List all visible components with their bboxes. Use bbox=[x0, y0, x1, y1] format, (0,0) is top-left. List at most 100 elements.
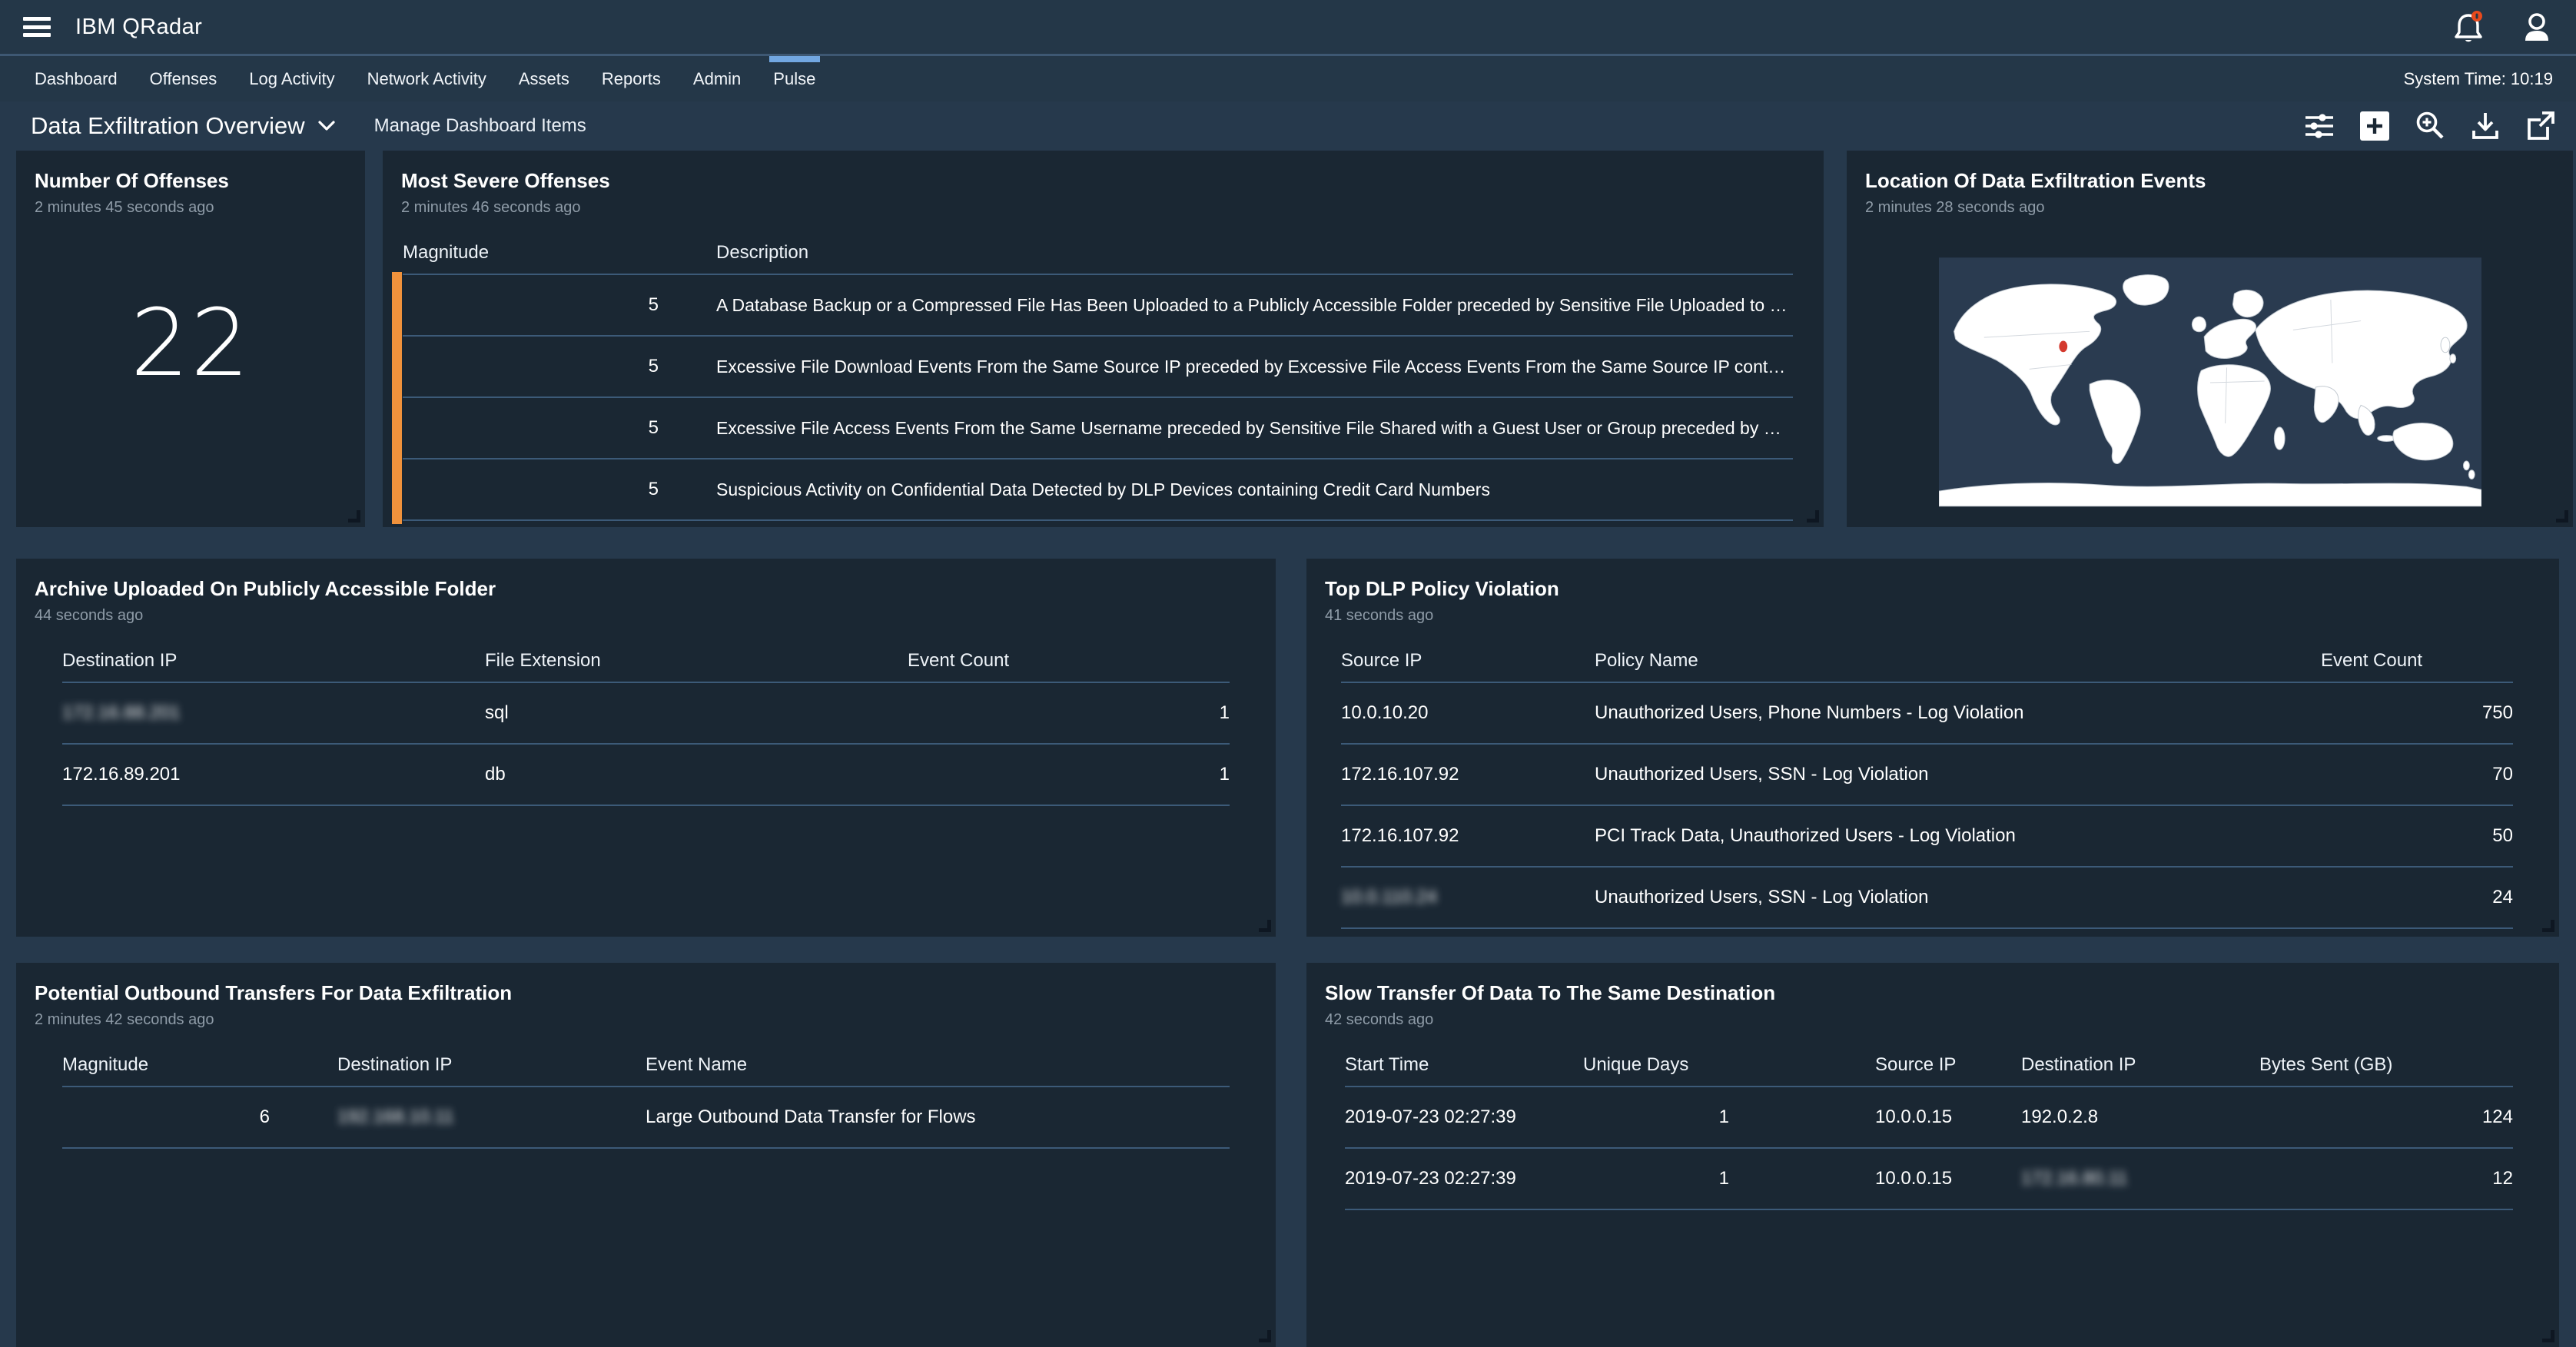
table-row[interactable]: 10.0.10.20Unauthorized Users, Phone Numb… bbox=[1341, 683, 2513, 745]
card-title: Top DLP Policy Violation bbox=[1325, 577, 2541, 601]
dashboard-toolbar bbox=[2302, 109, 2558, 143]
table-row[interactable]: 2019-07-23 02:27:39110.0.0.15172.16.80.1… bbox=[1345, 1149, 2513, 1210]
cell-destination_ip: 172.16.88.201 bbox=[62, 702, 485, 724]
hamburger-menu-icon[interactable] bbox=[23, 17, 51, 37]
manage-dashboard-items-button[interactable]: Manage Dashboard Items bbox=[374, 115, 586, 137]
page-title: Data Exfiltration Overview bbox=[31, 112, 305, 140]
cell-bytes_sent: 12 bbox=[2259, 1168, 2513, 1189]
column-header-destination_ip: Destination IP bbox=[62, 650, 485, 672]
column-header-event_name: Event Name bbox=[646, 1054, 1230, 1076]
tab-network-activity[interactable]: Network Activity bbox=[351, 56, 503, 101]
table-header-row: MagnitudeDescription bbox=[403, 232, 1793, 275]
column-header-unique_days: Unique Days bbox=[1583, 1054, 1729, 1076]
tab-admin[interactable]: Admin bbox=[677, 56, 757, 101]
tab-label: Reports bbox=[602, 69, 661, 89]
card-resize-handle[interactable] bbox=[2542, 920, 2554, 932]
chevron-down-icon bbox=[317, 120, 336, 132]
card-archive-uploaded: Archive Uploaded On Publicly Accessible … bbox=[16, 559, 1276, 937]
cell-event_count: 50 bbox=[2321, 825, 2513, 847]
cell-magnitude: 5 bbox=[403, 356, 659, 377]
card-resize-handle[interactable] bbox=[1807, 510, 1819, 523]
table-header-row: Source IPPolicy NameEvent Count bbox=[1341, 640, 2513, 683]
active-tab-indicator bbox=[769, 56, 820, 62]
table-row[interactable]: 5Excessive File Download Events From the… bbox=[403, 337, 1793, 398]
open-new-window-button[interactable] bbox=[2524, 109, 2558, 143]
filter-settings-button[interactable] bbox=[2302, 111, 2336, 141]
cell-event_count: 1 bbox=[908, 764, 1230, 785]
tab-label: Network Activity bbox=[367, 69, 486, 89]
table-row[interactable]: 5Suspicious Activity on Confidential Dat… bbox=[403, 460, 1793, 521]
card-most-severe-offenses: Most Severe Offenses 2 minutes 46 second… bbox=[383, 151, 1824, 527]
filter-settings-icon bbox=[2302, 111, 2336, 141]
add-dashboard-item-button[interactable] bbox=[2358, 109, 2392, 143]
system-time: System Time: 10:19 bbox=[2404, 69, 2558, 89]
cell-source_ip: 10.0.0.15 bbox=[1729, 1168, 2021, 1189]
download-button[interactable] bbox=[2468, 109, 2502, 143]
tab-reports[interactable]: Reports bbox=[586, 56, 677, 101]
dashboard-title-dropdown[interactable]: Data Exfiltration Overview bbox=[31, 112, 336, 140]
severity-color-bar bbox=[392, 272, 402, 524]
cell-event_name: Large Outbound Data Transfer for Flows bbox=[646, 1106, 1230, 1128]
column-header-event_count: Event Count bbox=[2321, 650, 2513, 672]
cell-source_ip: 10.0.10.20 bbox=[1341, 702, 1595, 724]
tab-label: Log Activity bbox=[249, 69, 334, 89]
card-title: Location Of Data Exfiltration Events bbox=[1865, 169, 2554, 193]
cell-magnitude: 6 bbox=[62, 1106, 270, 1128]
offense-count-value: 22 bbox=[16, 290, 365, 397]
card-resize-handle[interactable] bbox=[1259, 1330, 1271, 1342]
cell-destination_ip: 192.168.10.11 bbox=[270, 1106, 646, 1128]
table-header-row: Destination IPFile ExtensionEvent Count bbox=[62, 640, 1230, 683]
tab-assets[interactable]: Assets bbox=[503, 56, 586, 101]
tab-dashboard[interactable]: Dashboard bbox=[18, 56, 134, 101]
card-resize-handle[interactable] bbox=[1259, 920, 1271, 932]
slow-transfer-table: Start TimeUnique DaysSource IPDestinatio… bbox=[1345, 1044, 2513, 1210]
table-row[interactable]: 172.16.107.92PCI Track Data, Unauthorize… bbox=[1341, 806, 2513, 868]
cell-description: Excessive File Access Events From the Sa… bbox=[659, 418, 1793, 439]
card-updated-timestamp: 44 seconds ago bbox=[35, 607, 1257, 625]
tab-pulse[interactable]: Pulse bbox=[757, 56, 832, 101]
column-header-destination_ip: Destination IP bbox=[2021, 1054, 2259, 1076]
notifications-button[interactable] bbox=[2452, 9, 2485, 45]
card-title: Most Severe Offenses bbox=[401, 169, 1805, 193]
table-row[interactable]: 6192.168.10.11Large Outbound Data Transf… bbox=[62, 1087, 1230, 1149]
cell-unique_days: 1 bbox=[1583, 1168, 1729, 1189]
tab-log-activity[interactable]: Log Activity bbox=[233, 56, 350, 101]
app-title: IBM QRadar bbox=[75, 15, 202, 40]
table-row[interactable]: 172.16.88.201sql1 bbox=[62, 683, 1230, 745]
table-row[interactable]: 5Excessive File Access Events From the S… bbox=[403, 398, 1793, 460]
user-avatar-icon bbox=[2521, 10, 2553, 44]
card-title: Archive Uploaded On Publicly Accessible … bbox=[35, 577, 1257, 601]
card-slow-transfer: Slow Transfer Of Data To The Same Destin… bbox=[1306, 963, 2559, 1347]
table-row[interactable]: 172.16.89.201db1 bbox=[62, 745, 1230, 806]
archive-uploaded-table: Destination IPFile ExtensionEvent Count1… bbox=[62, 640, 1230, 806]
column-header-magnitude: Magnitude bbox=[62, 1054, 270, 1076]
table-row[interactable]: 5A Database Backup or a Compressed File … bbox=[403, 275, 1793, 337]
cell-start_time: 2019-07-23 02:27:39 bbox=[1345, 1168, 1583, 1189]
main-nav: Dashboard Offenses Log Activity Network … bbox=[0, 54, 2576, 101]
download-icon bbox=[2468, 109, 2502, 143]
card-resize-handle[interactable] bbox=[2556, 510, 2568, 523]
table-row[interactable]: 10.0.110.24Unauthorized Users, SSN - Log… bbox=[1341, 868, 2513, 929]
table-row[interactable]: 2019-07-23 02:27:39110.0.0.15192.0.2.812… bbox=[1345, 1087, 2513, 1149]
card-title: Number Of Offenses bbox=[35, 169, 347, 193]
tab-offenses[interactable]: Offenses bbox=[134, 56, 234, 101]
column-header-magnitude: Magnitude bbox=[403, 242, 659, 264]
event-location-marker[interactable] bbox=[2059, 341, 2067, 353]
zoom-in-button[interactable] bbox=[2413, 109, 2447, 143]
column-header-source_ip: Source IP bbox=[1341, 650, 1595, 672]
column-header-source_ip: Source IP bbox=[1729, 1054, 2021, 1076]
cell-source_ip: 10.0.110.24 bbox=[1341, 887, 1595, 908]
card-resize-handle[interactable] bbox=[348, 510, 360, 523]
card-resize-handle[interactable] bbox=[2542, 1330, 2554, 1342]
user-menu-button[interactable] bbox=[2521, 10, 2553, 44]
world-map bbox=[1939, 255, 2481, 509]
dashboard-header: Data Exfiltration Overview Manage Dashbo… bbox=[0, 101, 2576, 151]
column-header-policy_name: Policy Name bbox=[1595, 650, 2321, 672]
cell-source_ip: 10.0.0.15 bbox=[1729, 1106, 2021, 1128]
cell-policy_name: PCI Track Data, Unauthorized Users - Log… bbox=[1595, 825, 2321, 847]
cell-unique_days: 1 bbox=[1583, 1106, 1729, 1128]
card-title: Potential Outbound Transfers For Data Ex… bbox=[35, 981, 1257, 1005]
card-title: Slow Transfer Of Data To The Same Destin… bbox=[1325, 981, 2541, 1005]
open-new-window-icon bbox=[2524, 109, 2558, 143]
table-row[interactable]: 172.16.107.92Unauthorized Users, SSN - L… bbox=[1341, 745, 2513, 806]
